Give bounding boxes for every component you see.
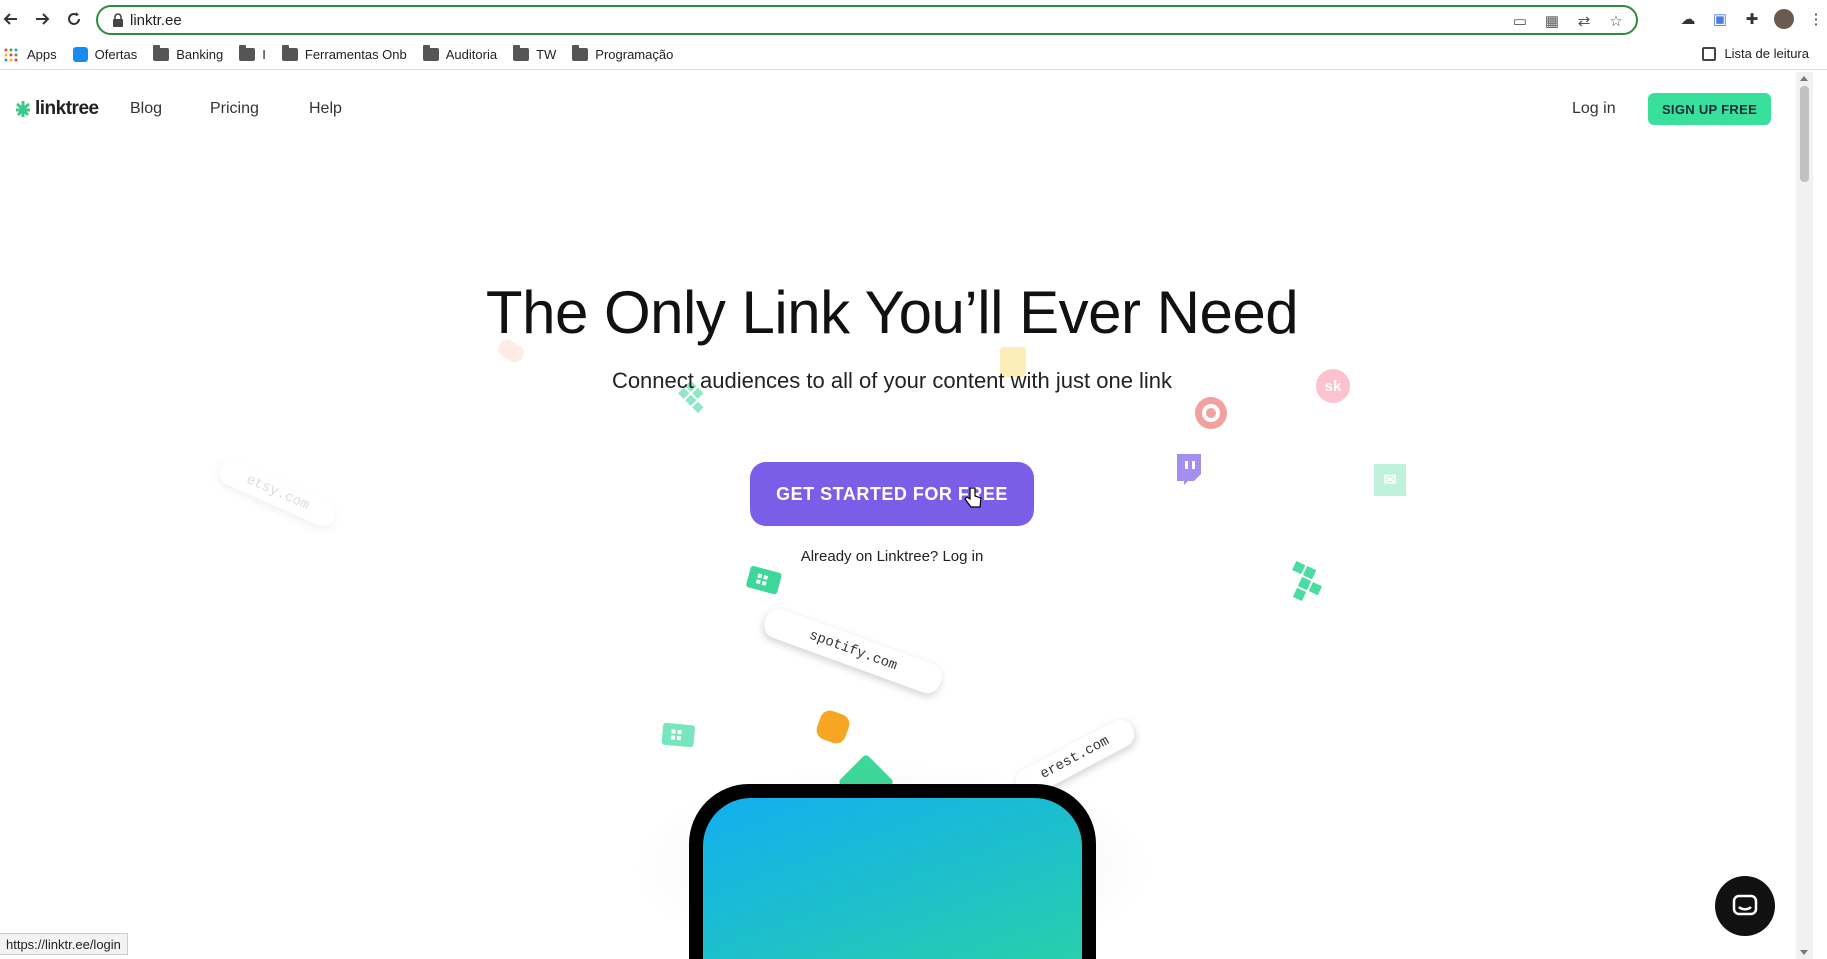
pinterest-pin-icon xyxy=(1195,397,1227,429)
url-text[interactable]: linktr.ee xyxy=(130,12,182,29)
linktree-asterisk-icon xyxy=(16,101,30,117)
back-arrow-icon[interactable] xyxy=(0,8,22,30)
bookmark-label: Banking xyxy=(176,47,224,62)
scroll-thumb[interactable] xyxy=(1800,86,1809,182)
floating-link-spotify: spotify.com xyxy=(760,605,946,697)
bookmarks-bar: Apps Ofertas Banking I Ferramentas Onb A… xyxy=(0,40,1827,70)
extensions-puzzle-icon[interactable]: ✚ xyxy=(1741,8,1763,30)
header-login-link[interactable]: Log in xyxy=(1572,100,1616,118)
reading-list-label: Lista de leitura xyxy=(1724,46,1809,61)
forward-arrow-icon[interactable] xyxy=(31,8,53,30)
folder-icon xyxy=(153,45,170,61)
bookmark-star-icon[interactable]: ☆ xyxy=(1606,11,1626,31)
folder-icon xyxy=(572,45,589,61)
lock-icon xyxy=(113,13,123,27)
logo-text: linktree xyxy=(35,98,99,119)
address-bar[interactable]: linktr.ee ▭ ▦ ⇄ ☆ xyxy=(96,5,1638,35)
hero-subtitle: Connect audiences to all of your content… xyxy=(611,368,1173,393)
mail-icon: ✉ xyxy=(1374,464,1406,496)
nav-pricing[interactable]: Pricing xyxy=(210,100,259,118)
reload-icon[interactable] xyxy=(63,8,85,30)
bookmark-label: I xyxy=(262,47,266,62)
calendar-icon xyxy=(741,563,784,604)
android-icon xyxy=(813,707,853,747)
already-login-link[interactable]: Already on Linktree? Log in xyxy=(0,548,1784,565)
bookmark-ferramentas[interactable]: Ferramentas Onb xyxy=(281,45,407,62)
get-started-button[interactable]: GET STARTED FOR FREE xyxy=(750,462,1034,526)
floating-link-etsy: etsy.com xyxy=(215,455,340,531)
bookmark-label: Apps xyxy=(27,47,57,62)
bookmark-auditoria[interactable]: Auditoria xyxy=(422,45,498,62)
extension-cloud-icon[interactable]: ☁ xyxy=(1677,8,1699,30)
scroll-up-arrow-icon[interactable] xyxy=(1800,76,1808,81)
linktree-logo[interactable]: linktree xyxy=(14,98,99,120)
bookmark-programacao[interactable]: Programação xyxy=(572,45,674,62)
hand-pointer-icon xyxy=(964,487,982,514)
cast-icon[interactable]: ▭ xyxy=(1510,11,1530,31)
apps-grid-icon xyxy=(4,48,20,62)
nav-help[interactable]: Help xyxy=(309,100,342,118)
translate-icon[interactable]: ⇄ xyxy=(1574,11,1594,31)
folder-icon xyxy=(513,45,530,61)
chat-support-button[interactable] xyxy=(1715,876,1775,936)
page-viewport: linktree Blog Pricing Help Log in SIGN U… xyxy=(0,72,1796,959)
bookmark-i[interactable]: I xyxy=(239,45,266,62)
bookmark-label: Auditoria xyxy=(445,47,498,62)
nav-blog[interactable]: Blog xyxy=(130,100,162,118)
folder-icon xyxy=(281,45,298,61)
twitch-icon xyxy=(1174,452,1204,491)
menu-kebab-icon[interactable]: ⋮ xyxy=(1805,8,1827,30)
folder-icon xyxy=(239,45,256,61)
bookmark-label: Ofertas xyxy=(94,47,138,62)
reading-list[interactable]: Lista de leitura xyxy=(1702,46,1809,61)
bookmark-label: TW xyxy=(536,47,557,62)
scroll-down-arrow-icon[interactable] xyxy=(1800,950,1808,955)
hero-title: The Only Link You’ll Ever Need xyxy=(485,279,1299,346)
bookmark-ofertas[interactable]: Ofertas xyxy=(72,47,138,62)
bookmark-tw[interactable]: TW xyxy=(513,45,557,62)
phone-mockup xyxy=(689,784,1096,959)
ofertas-icon xyxy=(72,47,88,62)
chat-bubble-icon xyxy=(1732,894,1758,916)
calendar-icon xyxy=(659,720,698,756)
vertical-scrollbar[interactable] xyxy=(1796,72,1813,959)
bookmark-label: Programação xyxy=(595,47,674,62)
browser-toolbar: linktr.ee ▭ ▦ ⇄ ☆ ☁ ▣ ✚ ⋮ xyxy=(0,0,1827,38)
window-edge xyxy=(1813,72,1827,959)
google-translate-icon[interactable]: ▣ xyxy=(1709,8,1731,30)
reading-list-icon xyxy=(1702,46,1717,61)
folder-icon xyxy=(422,45,439,61)
phone-screen xyxy=(703,798,1082,959)
profile-avatar[interactable] xyxy=(1773,8,1795,30)
bookmark-label: Ferramentas Onb xyxy=(304,47,407,62)
bookmark-apps[interactable]: Apps xyxy=(4,47,57,62)
signup-button[interactable]: SIGN UP FREE xyxy=(1648,93,1771,125)
status-bar-url: https://linktr.ee/login xyxy=(0,933,128,955)
qr-code-icon[interactable]: ▦ xyxy=(1542,11,1562,31)
bookmark-banking[interactable]: Banking xyxy=(153,45,224,62)
